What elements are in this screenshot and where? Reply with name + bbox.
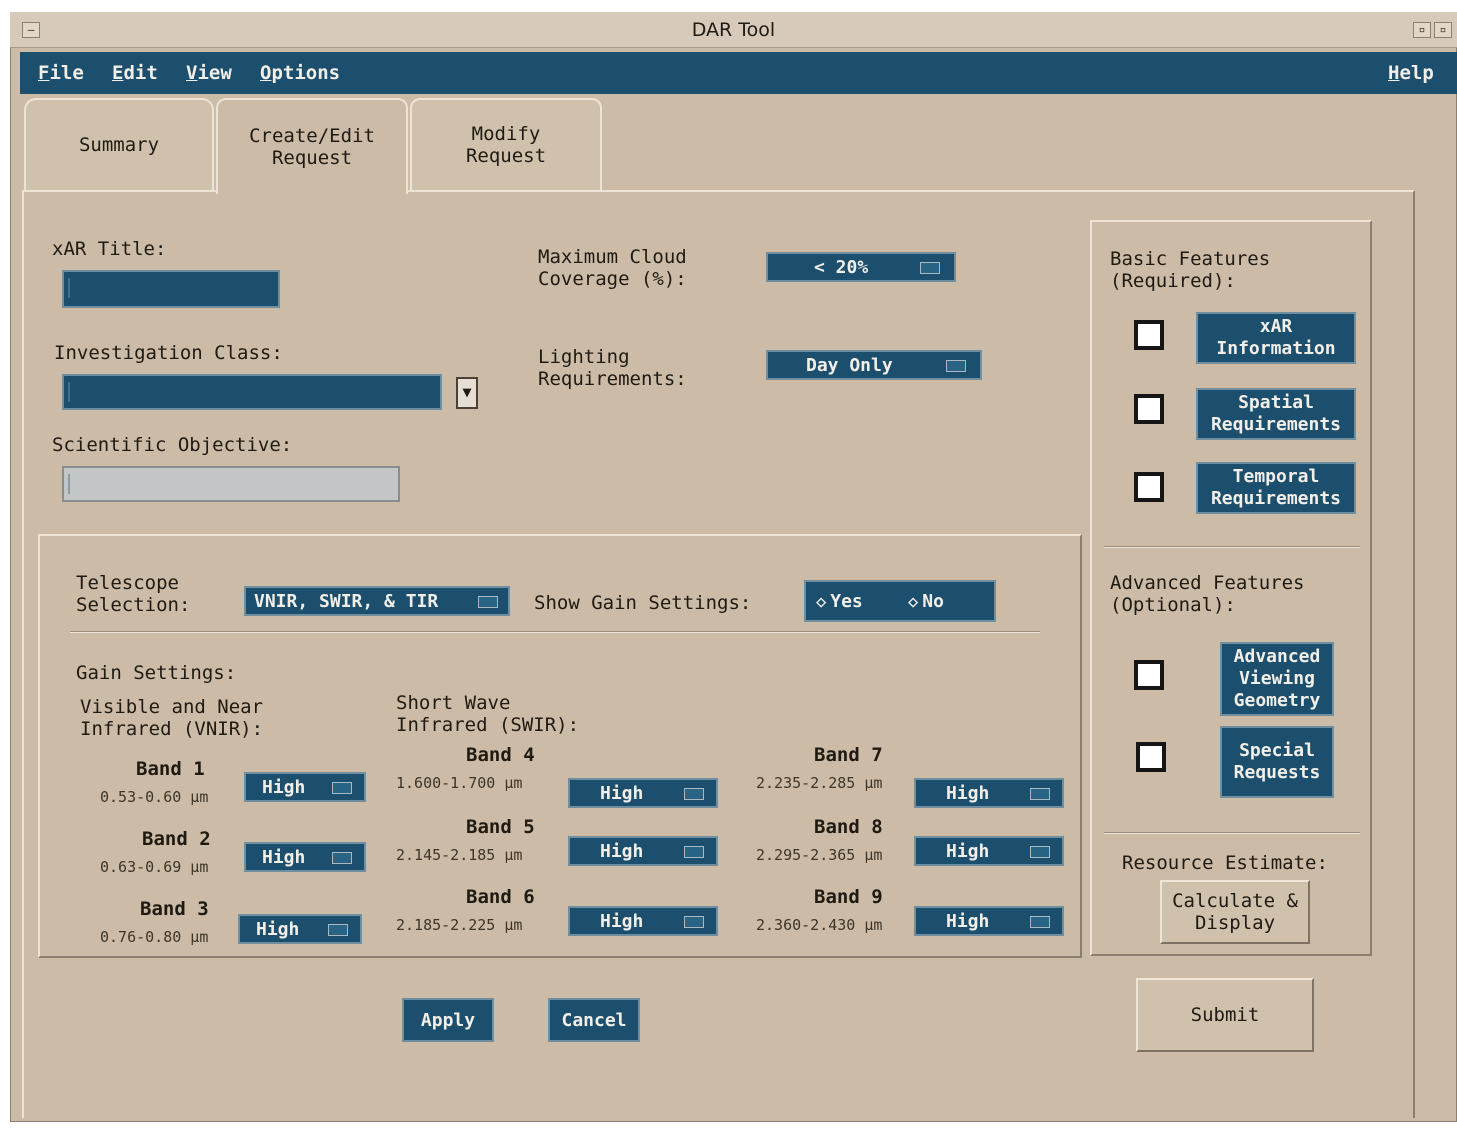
band-8-gain-dropdown[interactable]: High <box>914 836 1064 866</box>
option-menu-icon <box>1030 916 1050 928</box>
band-6-gain-dropdown[interactable]: High <box>568 906 718 936</box>
band-4-label: Band 4 <box>466 744 535 766</box>
radio-diamond-icon: ◇ <box>816 592 827 612</box>
apply-button[interactable]: Apply <box>402 998 494 1042</box>
lighting-label: Lighting Requirements: <box>538 346 687 390</box>
option-menu-icon <box>920 262 940 274</box>
text-caret <box>68 474 70 494</box>
swir-label: Short Wave Infrared (SWIR): <box>396 692 580 736</box>
text-caret <box>68 382 70 402</box>
xar-information-button[interactable]: xAR Information <box>1196 312 1356 364</box>
option-menu-icon <box>684 846 704 858</box>
option-menu-icon <box>1030 846 1050 858</box>
content-layer: xAR Title: Investigation Class: ▼ Scient… <box>0 0 1457 1128</box>
xar-title-label: xAR Title: <box>52 238 167 260</box>
band-8-label: Band 8 <box>814 816 883 838</box>
band-9-gain-dropdown[interactable]: High <box>914 906 1064 936</box>
scientific-objective-label: Scientific Objective: <box>52 434 293 456</box>
cancel-button[interactable]: Cancel <box>548 998 640 1042</box>
separator <box>1104 832 1360 834</box>
temporal-requirements-checkbox[interactable] <box>1134 472 1164 502</box>
xar-title-input[interactable] <box>62 270 280 308</box>
spatial-requirements-checkbox[interactable] <box>1134 394 1164 424</box>
band-5-gain-dropdown[interactable]: High <box>568 836 718 866</box>
separator <box>70 631 1040 633</box>
band-7-gain-dropdown[interactable]: High <box>914 778 1064 808</box>
band-6-range: 2.185-2.225 µm <box>396 916 523 934</box>
radio-diamond-icon: ◇ <box>908 592 919 612</box>
option-menu-icon <box>1030 788 1050 800</box>
temporal-requirements-button[interactable]: Temporal Requirements <box>1196 462 1356 514</box>
band-1-gain-dropdown[interactable]: High <box>244 772 366 802</box>
show-gain-radio-group: ◇ Yes ◇ No <box>804 580 996 622</box>
gain-settings-label: Gain Settings: <box>76 662 237 684</box>
chevron-down-icon[interactable]: ▼ <box>456 377 478 409</box>
band-2-gain-dropdown[interactable]: High <box>244 842 366 872</box>
separator <box>1104 546 1360 548</box>
lighting-dropdown[interactable]: Day Only <box>766 350 982 380</box>
band-3-range: 0.76-0.80 µm <box>100 928 209 946</box>
option-menu-icon <box>478 596 498 608</box>
special-requests-button[interactable]: Special Requests <box>1220 726 1334 798</box>
cloud-coverage-label: Maximum Cloud Coverage (%): <box>538 246 687 290</box>
vnir-label: Visible and Near Infrared (VNIR): <box>80 696 264 740</box>
band-7-range: 2.235-2.285 µm <box>756 774 883 792</box>
spatial-requirements-button[interactable]: Spatial Requirements <box>1196 388 1356 440</box>
calculate-display-button[interactable]: Calculate & Display <box>1160 880 1310 944</box>
band-9-range: 2.360-2.430 µm <box>756 916 883 934</box>
band-2-range: 0.63-0.69 µm <box>100 858 209 876</box>
band-7-label: Band 7 <box>814 744 883 766</box>
band-3-gain-dropdown[interactable]: High <box>238 914 362 944</box>
band-9-label: Band 9 <box>814 886 883 908</box>
telescope-selection-label: Telescope Selection: <box>76 572 191 616</box>
gain-yes-radio[interactable]: ◇ Yes <box>816 591 863 612</box>
investigation-class-input[interactable] <box>62 374 442 410</box>
scientific-objective-input[interactable] <box>62 466 400 502</box>
band-1-label: Band 1 <box>136 758 205 780</box>
resource-estimate-label: Resource Estimate: <box>1122 852 1328 874</box>
special-requests-checkbox[interactable] <box>1136 742 1166 772</box>
band-4-gain-dropdown[interactable]: High <box>568 778 718 808</box>
xar-information-checkbox[interactable] <box>1134 320 1164 350</box>
submit-button[interactable]: Submit <box>1136 978 1314 1052</box>
band-8-range: 2.295-2.365 µm <box>756 846 883 864</box>
band-5-range: 2.145-2.185 µm <box>396 846 523 864</box>
option-menu-icon <box>332 852 352 864</box>
option-menu-icon <box>684 916 704 928</box>
band-6-label: Band 6 <box>466 886 535 908</box>
cloud-coverage-dropdown[interactable]: < 20% <box>766 252 956 282</box>
option-menu-icon <box>946 360 966 372</box>
basic-features-label: Basic Features (Required): <box>1110 248 1271 292</box>
show-gain-label: Show Gain Settings: <box>534 592 752 614</box>
text-caret <box>68 278 70 298</box>
option-menu-icon <box>684 788 704 800</box>
advanced-viewing-checkbox[interactable] <box>1134 660 1164 690</box>
band-4-range: 1.600-1.700 µm <box>396 774 523 792</box>
telescope-selection-dropdown[interactable]: VNIR, SWIR, & TIR <box>244 586 510 616</box>
band-2-label: Band 2 <box>142 828 211 850</box>
investigation-class-label: Investigation Class: <box>54 342 283 364</box>
advanced-viewing-geometry-button[interactable]: Advanced Viewing Geometry <box>1220 642 1334 716</box>
advanced-features-label: Advanced Features (Optional): <box>1110 572 1305 616</box>
option-menu-icon <box>332 782 352 794</box>
band-3-label: Band 3 <box>140 898 209 920</box>
option-menu-icon <box>328 924 348 936</box>
gain-no-radio[interactable]: ◇ No <box>908 591 944 612</box>
band-1-range: 0.53-0.60 µm <box>100 788 209 806</box>
band-5-label: Band 5 <box>466 816 535 838</box>
